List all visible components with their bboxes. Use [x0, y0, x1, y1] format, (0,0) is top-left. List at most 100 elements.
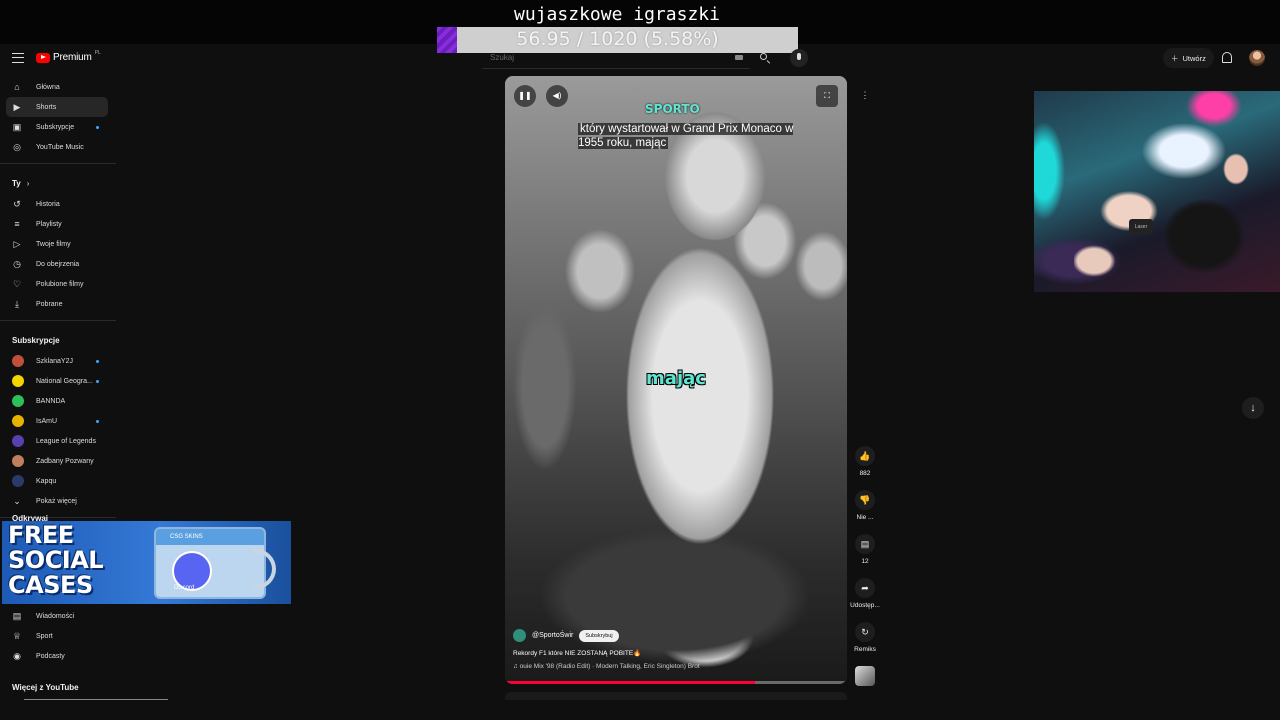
search-input[interactable]: Szukaj	[482, 49, 750, 69]
sidebar-item-label: Kapqu	[36, 477, 57, 485]
headphones-icon	[252, 549, 276, 589]
sound-thumbnail-action[interactable]	[846, 666, 884, 690]
sidebar-item-pobrane[interactable]: ⤓ Pobrane	[0, 294, 116, 314]
dislike-action[interactable]: 👎 Nie ...	[846, 490, 884, 534]
sidebar-item-do-obejrzenia[interactable]: ◷ Do obejrzenia	[0, 254, 116, 274]
channel-avatar	[12, 355, 24, 367]
remix-action[interactable]: ↻ Remiks	[846, 622, 884, 666]
sidebar-item-podcasty[interactable]: ◉ Podcasty	[0, 646, 116, 666]
trophy-icon: ♕	[12, 631, 22, 641]
sidebar-item-zadbany-pozwany[interactable]: Zadbany Pozwany	[0, 451, 116, 471]
channel-avatar	[12, 475, 24, 487]
channel-avatar	[12, 415, 24, 427]
sidebar-you-heading[interactable]: Ty ›	[0, 172, 116, 194]
sidebar-item-twoje-filmy[interactable]: ▷ Twoje filmy	[0, 234, 116, 254]
microphone-brand: Laser	[1129, 219, 1153, 235]
volume-button[interactable]: ◀)	[546, 85, 568, 107]
sidebar-item-youtube-music[interactable]: ◎ YouTube Music	[0, 137, 116, 157]
sidebar-item-historia[interactable]: ↺ Historia	[0, 194, 116, 214]
sidebar-item-label: Shorts	[36, 103, 57, 111]
comments-action[interactable]: ▤ 12	[846, 534, 884, 578]
shorts-action-bar: 👍 882 👎 Nie ... ▤ 12 ➦ Udostęp... ↻ Remi…	[846, 446, 884, 690]
music-icon: ◎	[13, 142, 21, 152]
new-content-dot	[96, 420, 99, 423]
discord-label: Discord	[174, 585, 195, 591]
sidebar-item-shorts[interactable]: ▶ Shorts	[6, 97, 108, 117]
comment-count: 12	[861, 558, 869, 565]
channel-name[interactable]: @SportoŚwir	[532, 632, 573, 639]
chevron-right-icon: ›	[26, 178, 30, 188]
subscribe-button[interactable]: Subskrybuj	[579, 629, 619, 642]
keyboard-icon[interactable]	[735, 55, 743, 60]
sidebar-item-isamu[interactable]: IsAmU	[0, 411, 116, 431]
sidebar-you-section: ↺ Historia ≡ Playlisty ▷ Twoje filmy ◷ Do obejr…	[0, 194, 116, 314]
channel-avatar	[12, 375, 24, 387]
voice-search-button[interactable]	[790, 49, 808, 67]
remix-icon[interactable]: ↻	[855, 622, 875, 642]
your-videos-icon: ▷	[13, 239, 21, 249]
news-icon: ▤	[12, 611, 22, 621]
channel-avatar	[12, 455, 24, 467]
sidebar-item-kapqu[interactable]: Kapqu	[0, 471, 116, 491]
sidebar-item-label: IsAmU	[36, 417, 57, 425]
sidebar-item-label: YouTube Music	[36, 143, 84, 151]
channel-avatar[interactable]	[513, 629, 526, 642]
sidebar-item-label: National Geogra...	[36, 377, 93, 385]
sidebar-scrollbar[interactable]	[24, 699, 168, 700]
video-progress-fill	[505, 681, 755, 684]
create-button[interactable]: ＋ Utwórz	[1163, 48, 1214, 68]
sidebar-item-sport[interactable]: ♕ Sport	[0, 626, 116, 646]
account-avatar[interactable]	[1249, 50, 1265, 66]
sidebar-item-national-geogra[interactable]: National Geogra...	[0, 371, 116, 391]
sidebar-item-bannda[interactable]: BANNDA	[0, 391, 116, 411]
thumbs-down-icon[interactable]: 👎	[855, 490, 875, 510]
video-subtitle: który wystartował w Grand Prix Monaco w …	[578, 122, 796, 150]
sidebar-item-wiadomości[interactable]: ▤ Wiadomości	[0, 606, 116, 626]
sound-thumbnail[interactable]	[855, 666, 875, 686]
shorts-video-player[interactable]: ❚❚ ◀) ⛶ SPORTO który wystartował w Grand…	[505, 76, 847, 684]
dislike-label: Nie ...	[856, 514, 874, 521]
share-action[interactable]: ➦ Udostęp...	[846, 578, 884, 622]
subscriptions-icon: ▣	[12, 122, 22, 132]
search-button[interactable]	[758, 51, 772, 65]
next-short-arrow-down-icon[interactable]: ↓	[1242, 397, 1264, 419]
share-icon[interactable]: ➦	[855, 578, 875, 598]
new-content-dot	[96, 126, 99, 129]
channel-row: @SportoŚwir Subskrybuj	[513, 629, 619, 642]
you-heading-label: Ty	[12, 178, 21, 188]
thumbs-up-icon[interactable]: 👍	[855, 446, 875, 466]
short-title[interactable]: Rekordy F1 które NIE ZOSTANĄ POBITE🔥	[513, 649, 641, 657]
sidebar-item-główna[interactable]: ⌂ Główna	[0, 77, 116, 97]
pause-button[interactable]: ❚❚	[514, 85, 536, 107]
sidebar-item-league-of-legends[interactable]: League of Legends	[0, 431, 116, 451]
case-box-label: CSG SKINS	[156, 529, 264, 545]
next-short-preview[interactable]	[505, 692, 847, 700]
search-icon	[760, 53, 767, 60]
sidebar-item-label: Playlisty	[36, 220, 62, 228]
menu-icon[interactable]	[12, 53, 24, 63]
like-icon: ♡	[12, 279, 22, 289]
new-content-dot	[96, 360, 99, 363]
like-action[interactable]: 👍 882	[846, 446, 884, 490]
notifications-bell-icon[interactable]	[1222, 52, 1232, 63]
more-options-icon[interactable]: ⋮	[857, 87, 873, 103]
video-progress-bar[interactable]	[505, 681, 847, 684]
sidebar-item-polubione-filmy[interactable]: ♡ Polubione filmy	[0, 274, 116, 294]
sidebar-item-szklanay2j[interactable]: SzklanaY2J	[0, 351, 116, 371]
sidebar-item-label: BANNDA	[36, 397, 66, 405]
home-icon: ⌂	[14, 82, 20, 92]
short-music-track[interactable]: ♫ ouie Mix '98 (Radio Edit) · Modern Tal…	[513, 663, 700, 670]
channel-avatar	[12, 395, 24, 407]
sidebar-explore-section: ▤ Wiadomości ♕ Sport ◉ Podcasty	[0, 606, 116, 666]
sidebar-item-subskrypcje[interactable]: ▣ Subskrypcje	[0, 117, 116, 137]
create-label: Utwórz	[1182, 53, 1206, 63]
search-placeholder: Szukaj	[490, 53, 515, 62]
sidebar-subscriptions-heading: Subskrypcje	[12, 335, 60, 345]
youtube-header: Premium PL Szukaj ＋ Utwórz	[0, 44, 1280, 74]
sidebar-show-more[interactable]: ⌄ Pokaż więcej	[0, 491, 116, 511]
comment-icon[interactable]: ▤	[855, 534, 875, 554]
sidebar-item-playlisty[interactable]: ≡ Playlisty	[0, 214, 116, 234]
sidebar-item-label: Podcasty	[36, 652, 65, 660]
youtube-logo[interactable]: Premium PL	[36, 50, 101, 63]
fullscreen-button[interactable]: ⛶	[816, 85, 838, 107]
